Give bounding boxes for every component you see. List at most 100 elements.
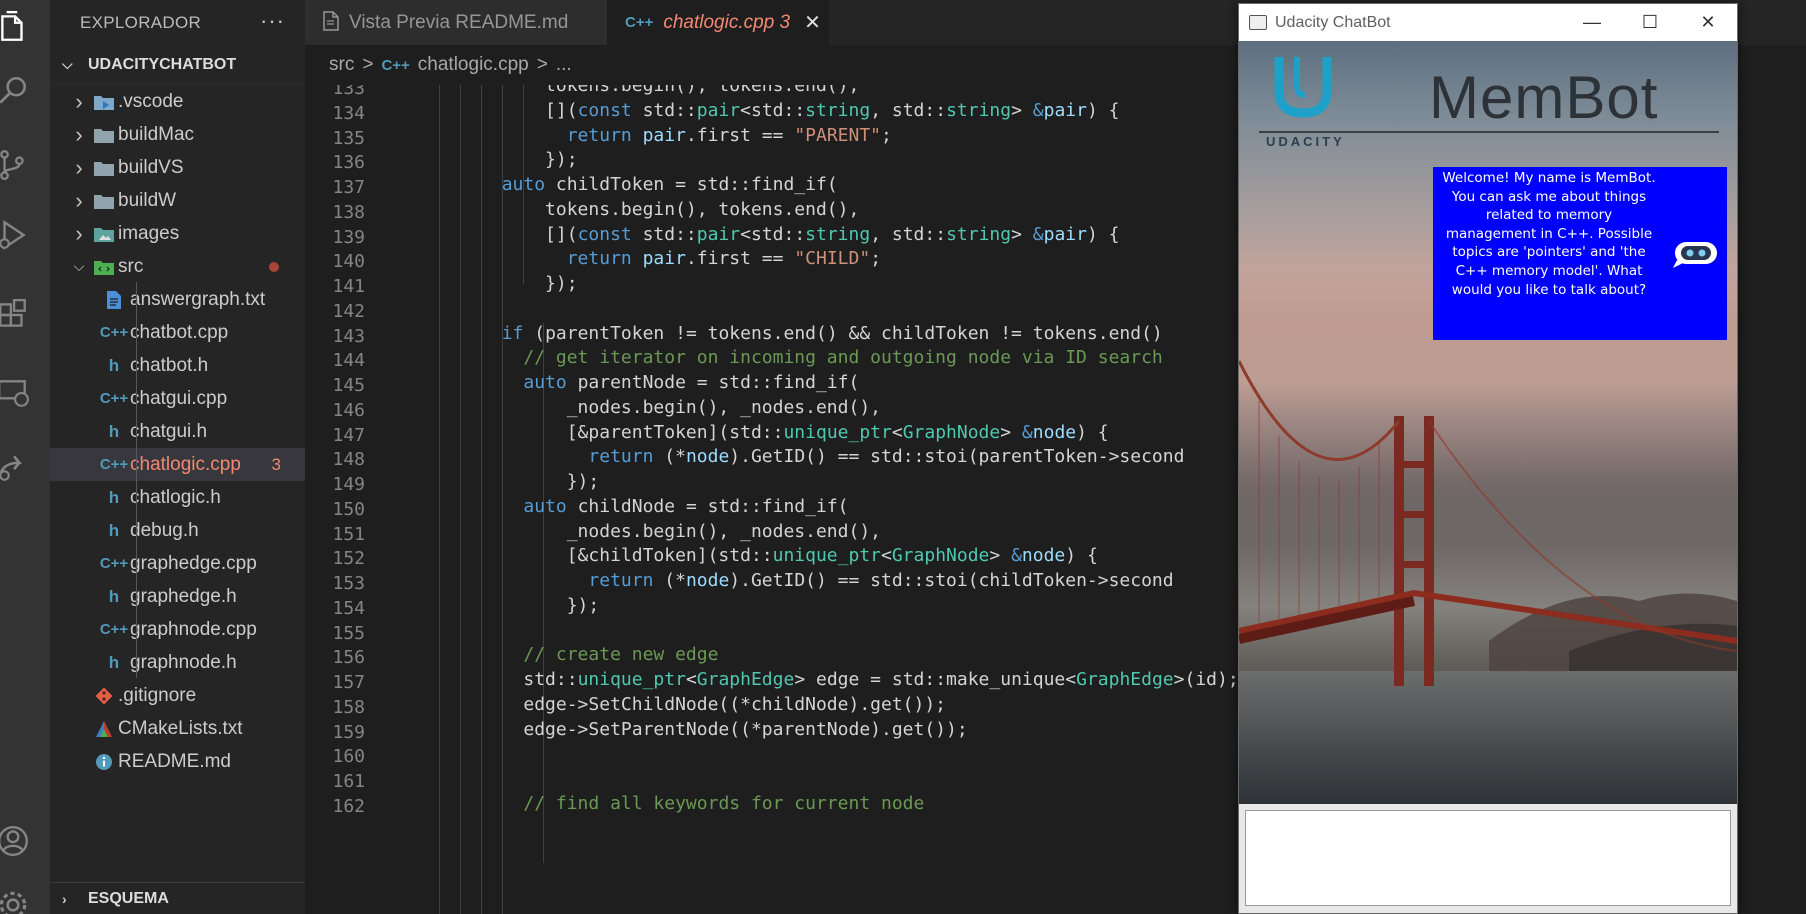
code-token: string xyxy=(805,223,871,245)
images-folder-icon xyxy=(92,223,116,245)
code-token: }); xyxy=(415,471,600,492)
breadcrumb-file[interactable]: chatlogic.cpp xyxy=(418,54,529,76)
file-tree-item[interactable]: C++ chatlogic.cpp 3 xyxy=(50,448,305,481)
outline-section-header[interactable]: › ESQUEMA xyxy=(50,882,305,914)
search-icon[interactable] xyxy=(0,66,50,116)
file-tree-item[interactable]: C++ graphedge.cpp xyxy=(50,547,305,580)
code-token: (parentToken != tokens.end() && childTok… xyxy=(523,322,1163,344)
breadcrumb-src[interactable]: src xyxy=(329,54,354,76)
line-number: 145 xyxy=(332,375,365,396)
close-tab-icon[interactable]: ✕ xyxy=(804,10,821,35)
explorer-icon[interactable] xyxy=(0,2,50,52)
file-tree-item[interactable]: C++ chatgui.cpp xyxy=(50,382,305,415)
file-tree-item[interactable]: ⌵ src xyxy=(50,250,305,283)
code-token: & xyxy=(1032,99,1044,121)
code-token: & xyxy=(1011,545,1022,567)
line-number: 133 xyxy=(332,85,365,99)
file-tree-item[interactable]: › buildMac xyxy=(50,118,305,151)
cpp-file-icon: C++ xyxy=(99,621,129,638)
line-number: 160 xyxy=(332,746,365,768)
code-token: // get iterator on incoming and outgoing… xyxy=(523,347,1163,369)
code-line: }); xyxy=(415,270,578,299)
code-token: std:: xyxy=(631,99,697,121)
breadcrumb-symbol[interactable]: ... xyxy=(556,54,572,76)
file-tree-item-label: chatgui.h xyxy=(130,420,208,442)
file-tree-item[interactable]: CMakeLists.txt xyxy=(50,712,305,745)
code-token: []( xyxy=(415,99,578,121)
settings-gear-icon[interactable] xyxy=(0,880,50,914)
file-tree-item[interactable]: › images xyxy=(50,217,305,250)
tab-label: chatlogic.cpp 3 xyxy=(663,11,791,33)
file-tree-item[interactable]: › .vscode xyxy=(50,85,305,118)
live-share-icon[interactable] xyxy=(0,442,50,492)
code-token: >(id); xyxy=(1173,669,1239,690)
code-token: node xyxy=(685,570,730,591)
code-token: }); xyxy=(415,273,578,294)
code-token: , std:: xyxy=(870,223,947,245)
file-tree-item-label: graphnode.cpp xyxy=(130,618,257,640)
account-icon[interactable] xyxy=(0,816,50,866)
file-tree-item[interactable]: .gitignore xyxy=(50,679,305,712)
file-tree-item[interactable]: C++ chatbot.cpp xyxy=(50,316,305,349)
line-number: 137 xyxy=(332,177,365,198)
code-token: []( xyxy=(415,223,578,245)
line-number: 135 xyxy=(332,127,365,149)
file-tree-item[interactable]: h debug.h xyxy=(50,514,305,547)
line-number: 134 xyxy=(332,102,365,124)
file-tree-item[interactable]: h chatbot.h xyxy=(50,349,305,382)
code-token: return xyxy=(588,446,654,468)
run-debug-icon[interactable] xyxy=(0,210,50,260)
code-token: & xyxy=(1021,421,1033,443)
h-file-icon: h xyxy=(108,421,120,441)
file-tree-item[interactable]: h chatlogic.h xyxy=(50,481,305,514)
file-tree-item[interactable]: README.md xyxy=(50,745,305,778)
code-token: ) { xyxy=(1076,421,1109,443)
minimize-button[interactable]: — xyxy=(1563,4,1621,41)
cpp-file-icon: C++ xyxy=(99,324,129,341)
file-tree-item[interactable]: h graphnode.h xyxy=(50,646,305,679)
file-tree-item[interactable]: h graphedge.h xyxy=(50,580,305,613)
extensions-icon[interactable] xyxy=(0,290,50,340)
line-number: 146 xyxy=(332,399,365,421)
chat-message-input[interactable] xyxy=(1245,810,1731,906)
code-token: return xyxy=(588,570,654,591)
code-token: std:: xyxy=(415,669,578,690)
chevron-down-icon: ⌵ xyxy=(73,258,85,274)
remote-explorer-icon[interactable] xyxy=(0,368,50,418)
code-line: // find all keywords for current node xyxy=(415,790,924,819)
file-tree-item-label: buildW xyxy=(118,189,177,211)
file-tree-item[interactable]: › buildVS xyxy=(50,151,305,184)
maximize-button[interactable]: ☐ xyxy=(1621,4,1679,41)
file-tree-item-label: .vscode xyxy=(118,90,184,112)
close-window-button[interactable]: ✕ xyxy=(1679,4,1737,41)
git-file-icon xyxy=(92,685,116,707)
file-tree-item[interactable]: › buildW xyxy=(50,184,305,217)
source-control-icon[interactable] xyxy=(0,140,50,190)
file-tree-item[interactable]: h chatgui.h xyxy=(50,415,305,448)
file-tree-item-label: chatgui.cpp xyxy=(130,387,228,409)
file-tree-item-label: graphnode.h xyxy=(130,651,237,673)
workspace-folder-header[interactable]: ⌵ UDACITYCHATBOT xyxy=(50,45,305,85)
tab-readme-preview[interactable]: Vista Previa README.md xyxy=(305,0,607,45)
code-editor[interactable]: 133 134 135 136 137 138 139 140 141 142 143 144 145 1… xyxy=(305,85,1240,914)
line-number: 158 xyxy=(332,696,365,718)
tab-chatlogic-cpp[interactable]: C++ chatlogic.cpp 3 ✕ xyxy=(607,0,829,45)
line-number: 151 xyxy=(332,523,365,545)
file-tree-item-label: debug.h xyxy=(130,519,199,541)
code-token: <std:: xyxy=(740,99,806,121)
code-token: const xyxy=(577,223,632,245)
chatbot-titlebar[interactable]: Udacity ChatBot — ☐ ✕ xyxy=(1239,4,1737,41)
code-token: childToken = std::find_if( xyxy=(545,174,838,195)
code-token: // create new edge xyxy=(523,644,719,666)
code-token: ) { xyxy=(1086,223,1120,245)
file-tree-item[interactable]: answergraph.txt xyxy=(50,283,305,316)
chatbot-avatar-icon xyxy=(1673,242,1717,268)
folder-icon xyxy=(92,157,116,179)
more-actions-button[interactable]: ··· xyxy=(260,8,285,34)
file-tree-item-label: buildVS xyxy=(118,156,184,178)
file-tree-item[interactable]: C++ graphnode.cpp xyxy=(50,613,305,646)
